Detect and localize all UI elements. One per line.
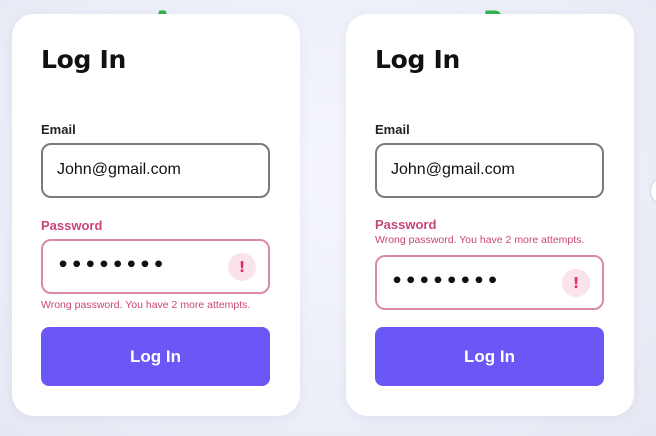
login-card-a: Log In Email John@gmail.com Password •••…	[12, 14, 300, 416]
password-value: ••••••••	[57, 254, 167, 276]
login-card-b: Log In Email John@gmail.com Password Wro…	[346, 14, 634, 416]
login-button-label: Log In	[130, 346, 181, 366]
password-error-message: Wrong password. You have 2 more attempts…	[375, 234, 585, 246]
password-value: ••••••••	[391, 270, 501, 292]
email-label: Email	[375, 122, 410, 137]
password-field[interactable]: •••••••• !	[375, 255, 604, 310]
exclamation-icon: !	[562, 269, 590, 297]
exclamation-icon: !	[228, 253, 256, 281]
login-button[interactable]: Log In	[41, 327, 270, 386]
login-title: Log In	[41, 45, 127, 74]
password-field[interactable]: •••••••• !	[41, 239, 270, 294]
password-label: Password	[375, 217, 437, 232]
email-field[interactable]: John@gmail.com	[375, 143, 604, 198]
login-button-label: Log In	[464, 346, 515, 366]
email-value: John@gmail.com	[57, 161, 181, 178]
email-value: John@gmail.com	[391, 161, 515, 178]
login-title: Log In	[375, 45, 461, 74]
password-error-message: Wrong password. You have 2 more attempts…	[41, 299, 251, 311]
email-field[interactable]: John@gmail.com	[41, 143, 270, 198]
login-button[interactable]: Log In	[375, 327, 604, 386]
email-label: Email	[41, 122, 76, 137]
password-label: Password	[41, 218, 103, 233]
